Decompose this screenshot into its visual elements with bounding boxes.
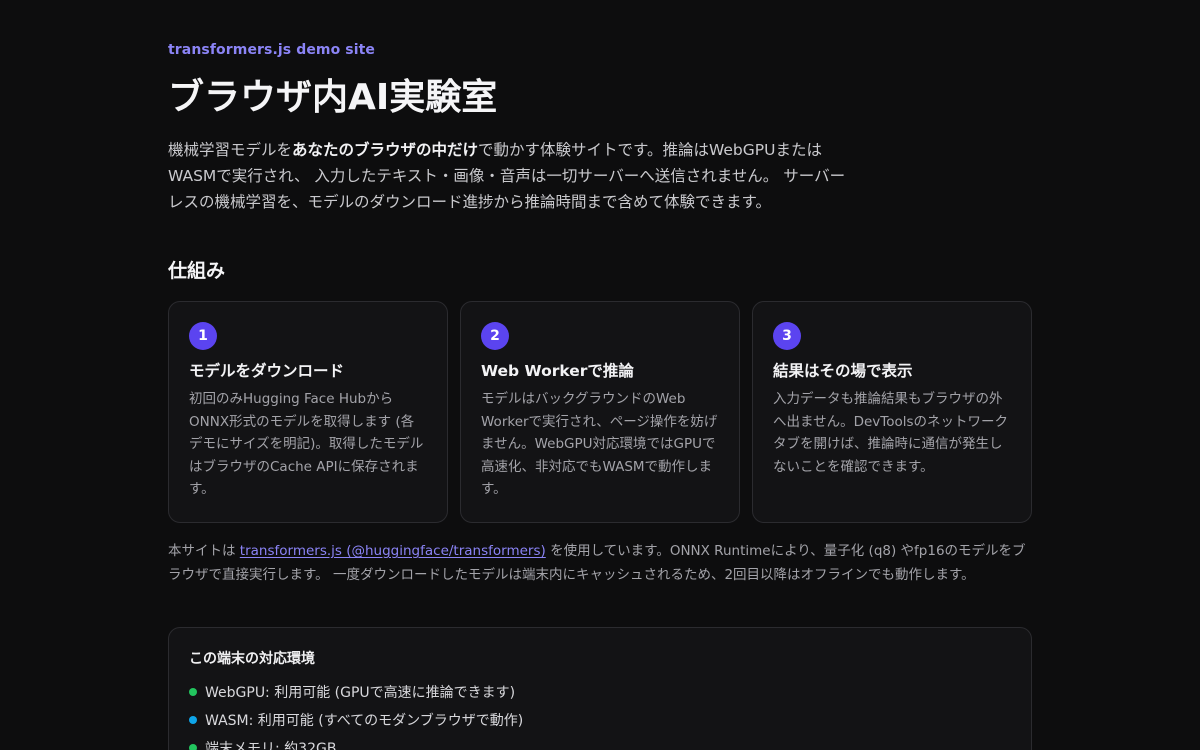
step-description: 初回のみHugging Face HubからONNX形式のモデルを取得します (…	[189, 391, 424, 497]
status-dot-icon	[189, 688, 197, 696]
step-card-1: 1 モデルをダウンロード 初回のみHugging Face HubからONNX形…	[168, 301, 448, 523]
environment-item-label: 端末メモリ: 約32GB	[205, 741, 337, 750]
environment-item-wasm: WASM: 利用可能 (すべてのモダンブラウザで動作)	[189, 706, 1011, 734]
step-description: 入力データも推論結果もブラウザの外へ出ません。DevToolsのネットワークタブ…	[773, 391, 1009, 475]
library-note: 本サイトは transformers.js (@huggingface/tran…	[168, 539, 1032, 587]
step-description: モデルはバックグラウンドのWeb Workerで実行され、ページ操作を妨げません…	[481, 391, 718, 497]
environment-item-memory: 端末メモリ: 約32GB	[189, 734, 1011, 750]
step-title: Web Workerで推論	[481, 362, 634, 380]
environment-item-label: WebGPU: 利用可能 (GPUで高速に推論できます)	[205, 685, 516, 701]
steps-grid: 1 モデルをダウンロード 初回のみHugging Face HubからONNX形…	[168, 301, 1032, 523]
main-content: transformers.js demo site ブラウザ内AI実験室 機械学…	[168, 0, 1032, 750]
page-title: ブラウザ内AI実験室	[168, 77, 498, 118]
step-number-badge: 3	[773, 322, 801, 350]
step-title: 結果はその場で表示	[773, 362, 913, 380]
status-dot-icon	[189, 744, 197, 750]
intro-text-1: 機械学習モデルを	[168, 141, 293, 159]
step-card-3: 3 結果はその場で表示 入力データも推論結果もブラウザの外へ出ません。DevTo…	[752, 301, 1032, 523]
environment-item-webgpu: WebGPU: 利用可能 (GPUで高速に推論できます)	[189, 678, 1011, 706]
step-number-badge: 1	[189, 322, 217, 350]
note-prefix: 本サイトは	[168, 543, 240, 559]
site-eyebrow: transformers.js demo site	[168, 42, 376, 58]
step-title: モデルをダウンロード	[189, 362, 345, 380]
transformers-js-link[interactable]: transformers.js (@huggingface/transforme…	[240, 543, 546, 559]
environment-title: この端末の対応環境	[189, 651, 315, 667]
intro-emphasis: あなたのブラウザの中だけ	[292, 141, 479, 159]
step-card-2: 2 Web Workerで推論 モデルはバックグラウンドのWeb Workerで…	[460, 301, 740, 523]
environment-item-label: WASM: 利用可能 (すべてのモダンブラウザで動作)	[205, 713, 524, 729]
step-number-badge: 2	[481, 322, 509, 350]
intro-paragraph: 機械学習モデルをあなたのブラウザの中だけで動かす体験サイトです。推論はWebGP…	[168, 137, 848, 215]
status-dot-icon	[189, 716, 197, 724]
environment-panel: この端末の対応環境 WebGPU: 利用可能 (GPUで高速に推論できます) W…	[168, 627, 1032, 750]
environment-list: WebGPU: 利用可能 (GPUで高速に推論できます) WASM: 利用可能 …	[189, 678, 1011, 750]
how-it-works-heading: 仕組み	[168, 260, 226, 282]
